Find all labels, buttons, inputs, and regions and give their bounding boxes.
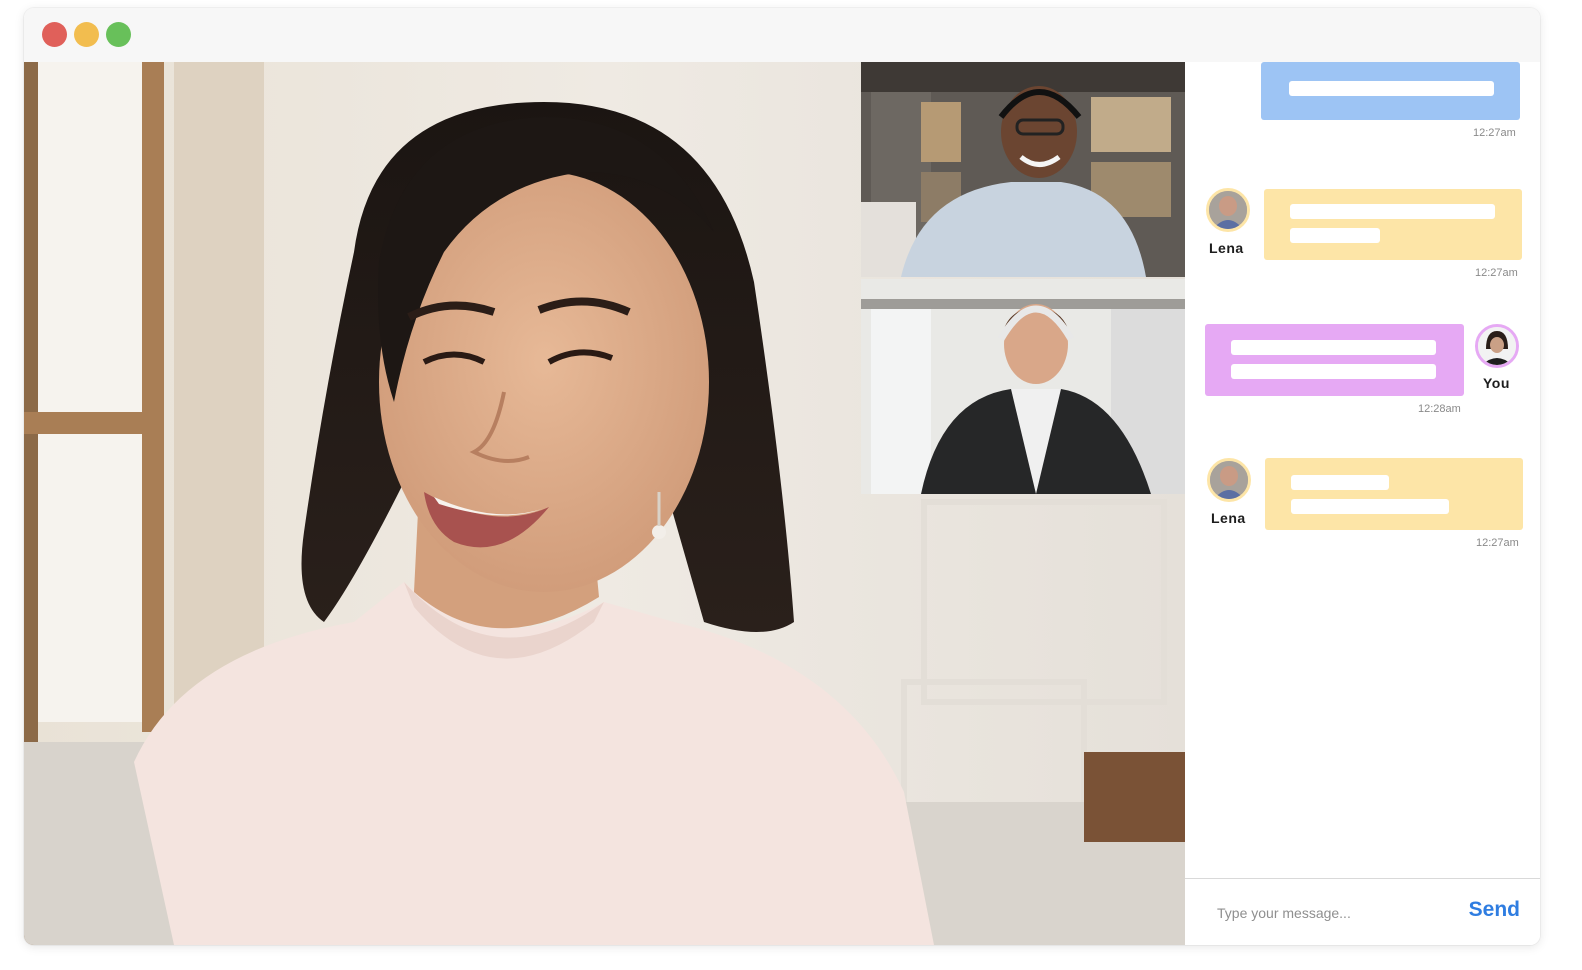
avatar[interactable]: [1206, 188, 1250, 232]
message-text-placeholder: [1289, 81, 1494, 96]
avatar[interactable]: [1207, 458, 1251, 502]
chat-bubble: [1205, 324, 1464, 396]
minimize-window-button[interactable]: [74, 22, 99, 47]
chat-panel: 12:27am Lena 12:27am You 12:28am Lena 12…: [1185, 62, 1540, 945]
participant-image: [861, 279, 1185, 494]
message-time: 12:28am: [1418, 403, 1461, 415]
sender-name: Lena: [1211, 510, 1246, 526]
message-time: 12:27am: [1475, 267, 1518, 279]
message-text-placeholder: [1291, 499, 1449, 514]
chat-bubble: [1261, 62, 1520, 120]
participant-video-tile[interactable]: [861, 62, 1185, 277]
message-time: 12:27am: [1476, 537, 1519, 549]
send-button[interactable]: Send: [1469, 898, 1520, 922]
chat-bubble: [1265, 458, 1523, 530]
chat-bubble: [1264, 189, 1522, 260]
message-composer: Send: [1185, 878, 1540, 945]
zoom-window-button[interactable]: [106, 22, 131, 47]
participant-image: [861, 62, 1185, 277]
participant-video-tile[interactable]: [861, 279, 1185, 494]
title-bar: [24, 8, 1540, 62]
message-text-placeholder: [1290, 204, 1495, 219]
sender-name: You: [1483, 375, 1510, 391]
message-text-placeholder: [1290, 228, 1380, 243]
close-window-button[interactable]: [42, 22, 67, 47]
message-text-placeholder: [1231, 364, 1436, 379]
app-window: 12:27am Lena 12:27am You 12:28am Lena 12…: [24, 8, 1540, 945]
message-text-placeholder: [1291, 475, 1389, 490]
avatar-image: [1478, 327, 1516, 365]
message-input[interactable]: [1217, 901, 1427, 925]
sender-name: Lena: [1209, 240, 1244, 256]
avatar-image: [1209, 191, 1247, 229]
message-time: 12:27am: [1473, 127, 1516, 139]
avatar[interactable]: [1475, 324, 1519, 368]
message-text-placeholder: [1231, 340, 1436, 355]
avatar-image: [1210, 461, 1248, 499]
